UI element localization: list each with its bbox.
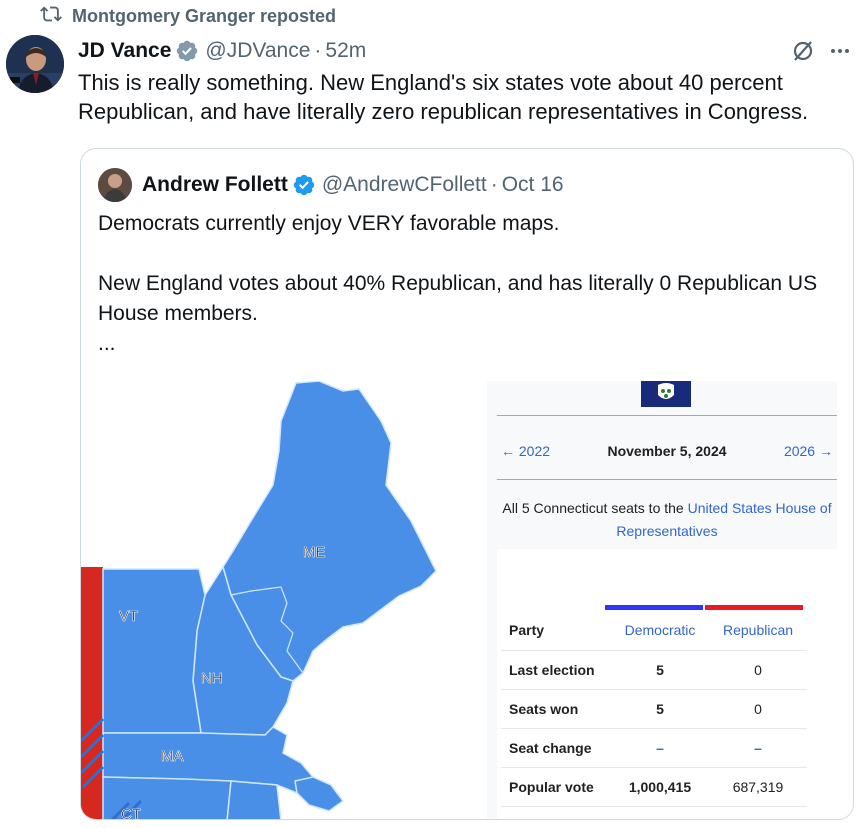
tweet-timestamp[interactable]: 52m (325, 39, 366, 63)
table-row: Last election 5 0 (501, 650, 807, 690)
quoted-tweet[interactable]: Andrew Follett @AndrewCFollett · Oct 16 … (80, 148, 854, 820)
quote-author-handle[interactable]: @AndrewCFollett (322, 173, 487, 197)
tweet-actions-top (790, 38, 852, 64)
republican-color-bar (705, 605, 803, 610)
quote-header: Andrew Follett @AndrewCFollett · Oct 16 (98, 167, 564, 203)
wiki-infobox: ← 2022 November 5, 2024 2026 → All 5 Con… (487, 381, 837, 819)
row-label: Popular vote (501, 767, 611, 807)
election-description: All 5 Connecticut seats to the United St… (497, 497, 837, 543)
quote-separator: · (490, 173, 498, 196)
map-label-me: ME (303, 544, 326, 561)
connecticut-flag (641, 381, 691, 407)
quote-media[interactable]: ME VT NH MA CT ← 2022 November 5, 2024 2… (81, 381, 853, 820)
table-row: Seat change – – (501, 728, 807, 768)
repost-text[interactable]: Montgomery Granger reposted (72, 6, 336, 27)
cell-republican: 0 (709, 650, 807, 690)
quote-line-2: New England votes about 40% Republican, … (98, 272, 818, 325)
ny-region (81, 567, 103, 819)
quote-text: Democrats currently enjoy VERY favorable… (98, 209, 838, 359)
author-avatar[interactable] (6, 35, 64, 93)
vermont-region (102, 568, 206, 734)
verified-badge-icon (177, 40, 198, 62)
quote-line-1: Democrats currently enjoy VERY favorable… (98, 212, 560, 235)
cell-republican: 0 (709, 689, 807, 729)
author-handle[interactable]: @JDVance (205, 39, 310, 63)
row-label: Seat change (501, 728, 611, 768)
republican-party-link[interactable]: Republican (709, 611, 807, 651)
rhode-island-region (226, 780, 282, 819)
quote-line-3: ... (98, 332, 116, 355)
repost-indicator[interactable]: Montgomery Granger reposted (40, 4, 336, 28)
map-label-vt: VT (119, 608, 138, 625)
cell-republican: 687,319 (709, 767, 807, 807)
democratic-party-link[interactable]: Democratic (611, 611, 709, 651)
map-label-ma: MA (161, 748, 184, 765)
next-election-link[interactable]: 2026 → (784, 443, 833, 459)
header-separator: · (314, 39, 322, 62)
author-name[interactable]: JD Vance (78, 39, 171, 63)
cell-republican: – (709, 728, 807, 768)
row-label: Last election (501, 650, 611, 690)
quote-author-name[interactable]: Andrew Follett (142, 173, 288, 197)
election-nav: ← 2022 November 5, 2024 2026 → (501, 443, 833, 459)
table-row: Popular vote 1,000,415 687,319 (501, 767, 807, 807)
table-row: Seats won 5 0 (501, 689, 807, 729)
cell-democratic: 5 (611, 689, 709, 729)
election-date: November 5, 2024 (607, 443, 727, 459)
map-label-nh: NH (201, 670, 223, 687)
cell-democratic: 5 (611, 650, 709, 690)
results-table: Party Democratic Republican Last electio… (501, 611, 807, 807)
verified-badge-icon (293, 174, 315, 196)
new-england-map: ME VT NH MA CT (81, 381, 487, 820)
quote-timestamp[interactable]: Oct 16 (502, 173, 564, 197)
repost-icon (40, 3, 62, 30)
map-label-ct: CT (121, 806, 141, 820)
prev-election-link[interactable]: ← 2022 (501, 443, 550, 459)
quote-author-avatar[interactable] (98, 168, 132, 202)
row-label: Party (501, 611, 611, 651)
grok-icon[interactable] (790, 38, 816, 64)
cell-democratic: 1,000,415 (611, 767, 709, 807)
table-row: Party Democratic Republican (501, 611, 807, 651)
more-options-icon[interactable] (828, 39, 852, 63)
democratic-color-bar (605, 605, 703, 610)
cell-democratic: – (611, 728, 709, 768)
tweet-text: This is really something. New England's … (78, 70, 809, 124)
description-text: All 5 Connecticut seats to the (502, 500, 688, 516)
tweet-header: JD Vance @JDVance · 52m (78, 36, 366, 66)
row-label: Seats won (501, 689, 611, 729)
